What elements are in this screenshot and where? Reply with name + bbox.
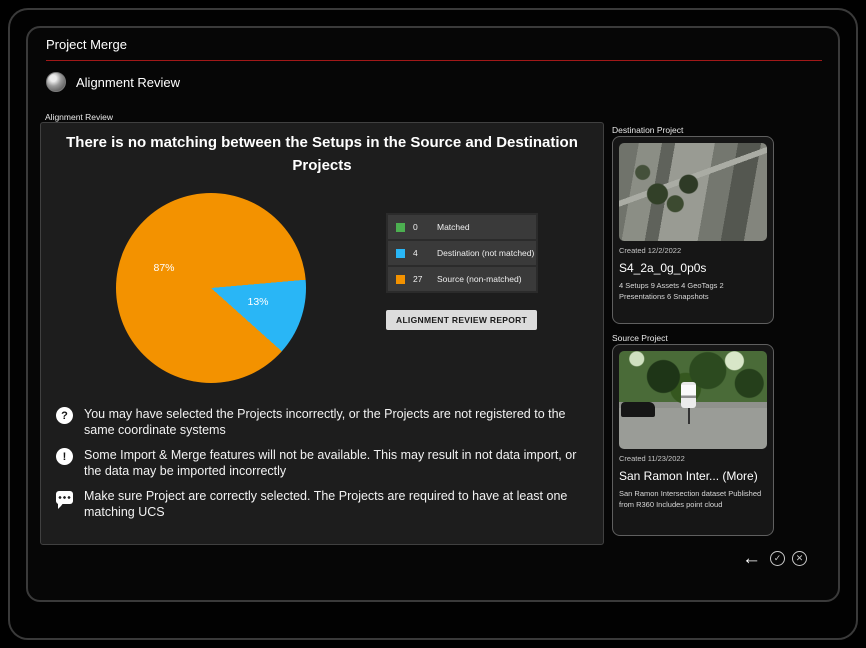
- step-title: Alignment Review: [76, 75, 180, 90]
- legend-row-matched: 0 Matched: [388, 215, 536, 239]
- note-text: You may have selected the Projects incor…: [84, 406, 578, 439]
- source-thumbnail: [619, 351, 767, 449]
- note-item: ! Some Import & Merge features will not …: [56, 447, 578, 480]
- note-item: ? You may have selected the Projects inc…: [56, 406, 578, 439]
- legend-count: 4: [413, 248, 437, 258]
- legend-label: Matched: [437, 222, 536, 232]
- destination-thumbnail: [619, 143, 767, 241]
- legend-row-source: 27 Source (non-matched): [388, 267, 536, 291]
- destination-details: 4 Setups 9 Assets 4 GeoTags 2 Presentati…: [619, 281, 767, 303]
- destination-created: Created 12/2/2022: [619, 246, 767, 255]
- destination-project-card[interactable]: Created 12/2/2022 S4_2a_0g_0p0s 4 Setups…: [612, 136, 774, 324]
- source-swatch: [396, 275, 405, 284]
- confirm-check-icon[interactable]: ✓: [770, 551, 785, 566]
- car-shape: [621, 402, 655, 417]
- title-divider: [46, 60, 822, 61]
- source-project-card[interactable]: Created 11/23/2022 San Ramon Inter... (M…: [612, 344, 774, 536]
- panel-section-label: Alignment Review: [45, 112, 113, 122]
- legend-count: 27: [413, 274, 437, 284]
- legend-label: Source (non-matched): [437, 274, 536, 284]
- legend-row-destination: 4 Destination (not matched): [388, 241, 536, 265]
- project-merge-window: Project Merge Alignment Review Alignment…: [8, 8, 858, 640]
- pie-chart: 87% 13%: [116, 193, 306, 383]
- note-text: Make sure Project are correctly selected…: [84, 488, 578, 521]
- destination-project-label: Destination Project: [612, 125, 683, 135]
- comment-icon: [56, 491, 73, 504]
- back-arrow-icon[interactable]: ←: [742, 549, 761, 568]
- dialog-content: Project Merge Alignment Review Alignment…: [26, 26, 840, 602]
- pie-label-destination: 13%: [247, 296, 268, 308]
- source-details: San Ramon Intersection dataset Published…: [619, 489, 767, 511]
- window-title: Project Merge: [46, 37, 127, 52]
- source-created: Created 11/23/2022: [619, 454, 767, 463]
- alignment-review-report-button[interactable]: ALIGNMENT REVIEW REPORT: [386, 310, 537, 330]
- matched-swatch: [396, 223, 405, 232]
- source-name: San Ramon Inter... (More): [619, 469, 767, 483]
- exclamation-icon: !: [56, 448, 73, 465]
- scanner-tripod: [688, 408, 690, 424]
- note-item: Make sure Project are correctly selected…: [56, 488, 578, 521]
- step-header: Alignment Review: [46, 72, 180, 92]
- panel-heading: There is no matching between the Setups …: [57, 131, 587, 178]
- legend-label: Destination (not matched): [437, 248, 536, 258]
- footer-actions: ← ✓ ✕: [742, 549, 807, 568]
- alignment-review-panel: There is no matching between the Setups …: [40, 122, 604, 545]
- pie-label-source: 87%: [153, 262, 174, 274]
- laser-scanner: [681, 382, 696, 408]
- question-icon: ?: [56, 407, 73, 424]
- destination-swatch: [396, 249, 405, 258]
- alignment-review-icon: [46, 72, 66, 92]
- legend: 0 Matched 4 Destination (not matched) 27…: [386, 213, 538, 293]
- note-text: Some Import & Merge features will not be…: [84, 447, 578, 480]
- cancel-x-icon[interactable]: ✕: [792, 551, 807, 566]
- source-project-label: Source Project: [612, 333, 668, 343]
- destination-name: S4_2a_0g_0p0s: [619, 261, 767, 275]
- legend-count: 0: [413, 222, 437, 232]
